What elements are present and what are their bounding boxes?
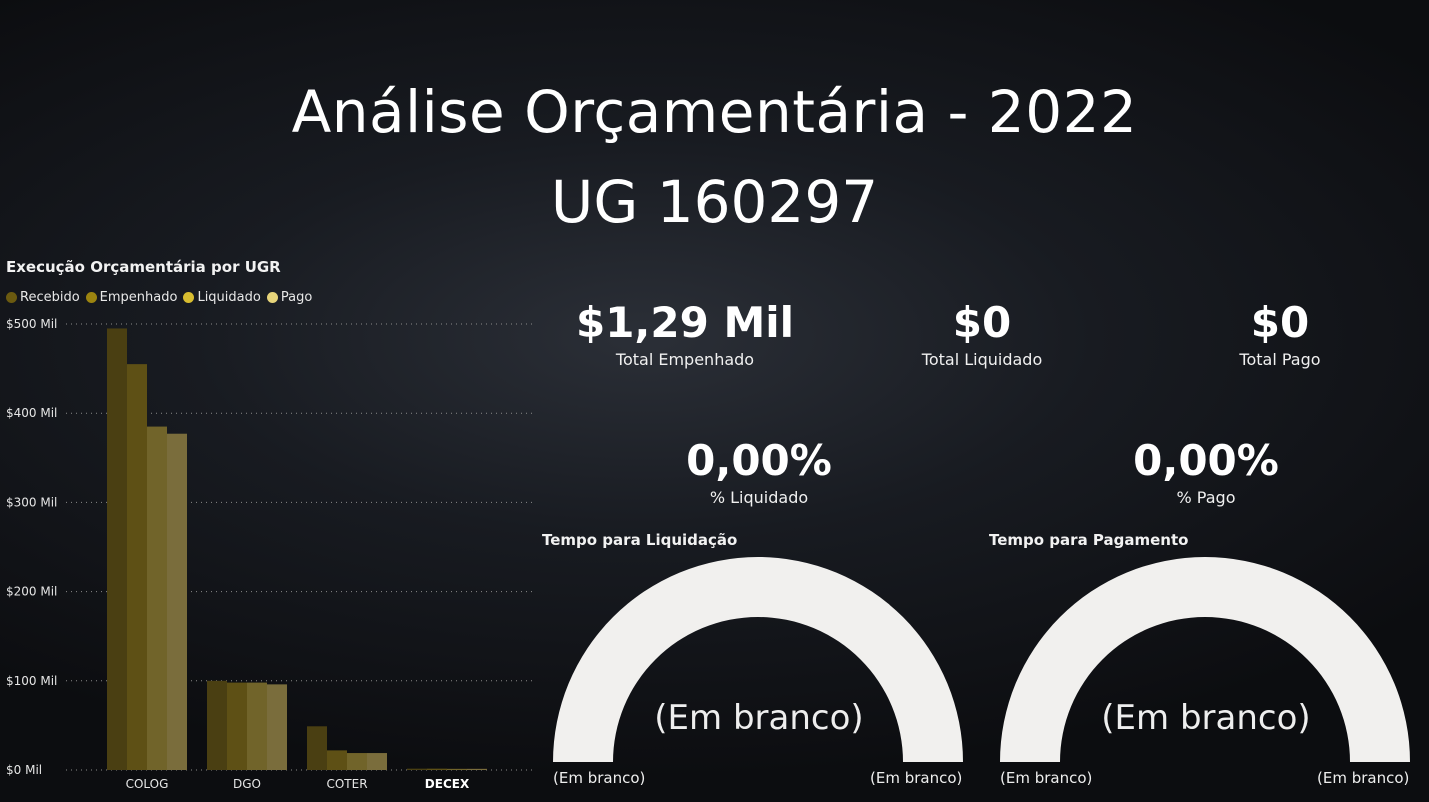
bar-recebido-decex[interactable] [407, 768, 427, 770]
gauge-value: (Em branco) [654, 698, 864, 738]
bar-empenhado-colog[interactable] [127, 364, 147, 770]
bar-liquidado-coter[interactable] [347, 753, 367, 770]
y-tick-label: $0 Mil [6, 763, 42, 777]
bar-pago-colog[interactable] [167, 433, 187, 770]
kpi-label: Total Pago [1239, 350, 1321, 369]
bar-liquidado-colog[interactable] [147, 426, 167, 770]
bar-empenhado-coter[interactable] [327, 750, 347, 770]
kpi-pct-liquidado: 0,00% % Liquidado [629, 436, 889, 508]
kpi-total-empenhado: $1,29 Mil Total Empenhado [555, 298, 815, 370]
bar-empenhado-dgo[interactable] [227, 682, 247, 770]
kpi-value: 0,00% [1133, 436, 1279, 485]
kpi-label: % Liquidado [709, 488, 809, 507]
bar-liquidado-dgo[interactable] [247, 682, 267, 770]
gauge-max-label: (Em branco) [870, 769, 963, 787]
kpi-value: 0,00% [686, 436, 832, 485]
chart-title: Execução Orçamentária por UGR [6, 258, 281, 276]
x-tick-label[interactable]: DGO [233, 777, 261, 791]
gauge-liquidacao [553, 557, 963, 762]
kpi-pct-pago: 0,00% % Pago [1076, 436, 1336, 508]
bar-pago-decex[interactable] [467, 768, 487, 770]
y-tick-label: $300 Mil [6, 495, 57, 509]
bar-recebido-colog[interactable] [107, 328, 127, 770]
kpi-value: $1,29 Mil [575, 298, 795, 347]
gauge-min-label: (Em branco) [1000, 769, 1093, 787]
kpi-label: Total Liquidado [921, 350, 1043, 369]
y-tick-label: $500 Mil [6, 317, 57, 331]
gauge-title-pagamento: Tempo para Pagamento [989, 531, 1189, 549]
bar-liquidado-decex[interactable] [447, 768, 467, 770]
gauge-min-label: (Em branco) [553, 769, 646, 787]
y-tick-label: $100 Mil [6, 674, 57, 688]
y-tick-label: $200 Mil [6, 585, 57, 599]
kpi-total-pago: $0 Total Pago [1150, 298, 1410, 370]
kpi-label: % Pago [1176, 488, 1236, 507]
bar-empenhado-decex[interactable] [427, 768, 447, 770]
gauge-pagamento [1000, 557, 1410, 762]
x-tick-label[interactable]: COTER [326, 777, 367, 791]
gauge-max-label: (Em branco) [1317, 769, 1410, 787]
page-subtitle: UG 160297 [550, 168, 879, 236]
bar-recebido-coter[interactable] [307, 726, 327, 770]
bar-recebido-dgo[interactable] [207, 680, 227, 770]
x-tick-label[interactable]: COLOG [126, 777, 169, 791]
kpi-total-liquidado: $0 Total Liquidado [852, 298, 1112, 370]
y-tick-label: $400 Mil [6, 406, 57, 420]
bar-pago-coter[interactable] [367, 753, 387, 770]
gauge-value: (Em branco) [1101, 698, 1311, 738]
kpi-label: Total Empenhado [615, 350, 755, 369]
bar-chart: $0 Mil $100 Mil $200 Mil $300 Mil $400 Mil $5… [6, 317, 532, 791]
gauge-title-liquidacao: Tempo para Liquidação [542, 531, 738, 549]
kpi-value: $0 [1250, 298, 1310, 347]
x-tick-label[interactable]: DECEX [425, 777, 470, 791]
page-title: Análise Orçamentária - 2022 [291, 78, 1138, 146]
bar-pago-dgo[interactable] [267, 684, 287, 770]
kpi-value: $0 [952, 298, 1012, 347]
